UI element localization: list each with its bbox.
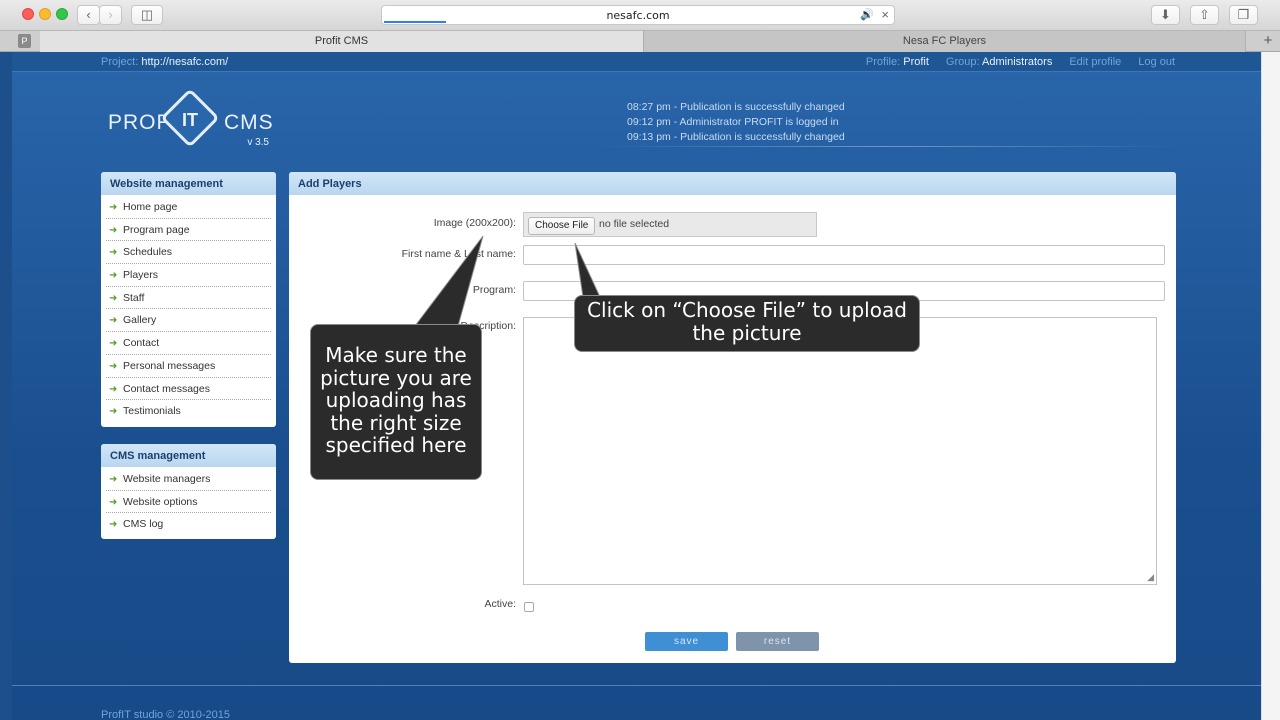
size-hint-callout: Make sure the picture you are uploading … (310, 324, 482, 480)
callout-pointers (413, 235, 601, 327)
scrollbar[interactable] (1261, 52, 1280, 720)
upload-hint-callout: Click on “Choose File” to upload the pic… (574, 295, 920, 352)
